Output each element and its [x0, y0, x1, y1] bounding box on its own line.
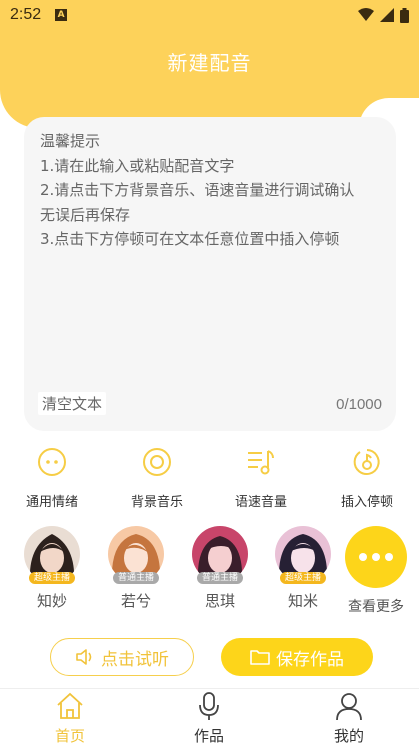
dubbing-text-input[interactable]: 温馨提示 1.请在此输入或粘贴配音文字 2.请点击下方背景音乐、语速音量进行调试…	[24, 117, 396, 431]
tool-speed-volume[interactable]: 语速音量	[216, 447, 306, 510]
nav-home[interactable]: 首页	[30, 691, 110, 745]
tool-label: 通用情绪	[25, 495, 78, 510]
voice-list: 超级主播 知妙 普通主播 若兮 普通主播 思琪 超级主播 知米 查看更多	[0, 526, 419, 616]
page-title: 新建配音	[167, 51, 252, 75]
more-icon	[345, 526, 407, 588]
hint-line: 无误后再保存	[40, 205, 131, 224]
save-work-label: 保存作品	[276, 649, 344, 670]
emotion-icon	[38, 448, 66, 476]
view-more-button[interactable]: 查看更多	[340, 526, 412, 616]
tool-background-music[interactable]: 背景音乐	[112, 447, 202, 510]
voice-item-zhimi[interactable]: 超级主播 知米	[271, 526, 335, 611]
preview-listen-label: 点击试听	[101, 649, 169, 670]
voice-name: 若兮	[120, 592, 151, 610]
pause-icon	[353, 449, 380, 475]
folder-icon	[250, 650, 270, 665]
voice-badge: 超级主播	[28, 572, 76, 584]
hint-line: 1.请在此输入或粘贴配音文字	[40, 156, 235, 175]
signal-icon	[380, 8, 394, 22]
voice-item-zhimiao[interactable]: 超级主播 知妙	[20, 526, 84, 611]
wifi-icon	[358, 8, 374, 21]
nav-label: 我的	[333, 727, 364, 745]
status-time: 2:52	[10, 6, 42, 23]
nav-label: 首页	[54, 727, 85, 745]
view-more-label: 查看更多	[348, 599, 404, 615]
char-counter: 0/1000	[336, 396, 382, 413]
voice-name: 知妙	[36, 592, 67, 610]
voice-name: 思琪	[204, 592, 235, 610]
tool-label: 插入停顿	[340, 495, 393, 510]
clear-text-button[interactable]: 清空文本	[38, 392, 107, 415]
notification-icon: A	[55, 9, 68, 21]
speed-volume-icon	[248, 450, 274, 475]
nav-mine[interactable]: 我的	[309, 691, 389, 745]
nav-works[interactable]: 作品	[169, 691, 249, 745]
hint-line: 3.点击下方停顿可在文本任意位置中插入停顿	[40, 230, 340, 248]
voice-badge: 普通主播	[112, 572, 160, 584]
home-icon	[57, 692, 83, 719]
voice-badge: 普通主播	[196, 572, 244, 584]
voice-name: 知米	[287, 592, 318, 610]
tool-insert-pause[interactable]: 插入停顿	[322, 447, 412, 510]
voice-item-siqi[interactable]: 普通主播 思琪	[188, 526, 252, 611]
tool-label: 语速音量	[234, 495, 287, 510]
hint-line: 温馨提示	[40, 132, 101, 150]
preview-listen-button[interactable]: 点击试听	[50, 638, 194, 676]
battery-icon	[400, 7, 409, 23]
bottom-nav: 首页 作品 我的	[0, 688, 419, 745]
microphone-icon	[199, 692, 219, 720]
tool-label: 背景音乐	[130, 495, 183, 510]
speaker-icon	[76, 649, 92, 665]
voice-badge: 超级主播	[279, 572, 327, 584]
music-disc-icon	[143, 448, 171, 476]
status-bar: 2:52 A	[0, 0, 419, 30]
save-work-button[interactable]: 保存作品	[221, 638, 373, 676]
tool-emotion[interactable]: 通用情绪	[7, 447, 97, 510]
nav-label: 作品	[193, 727, 224, 745]
voice-item-ruoxi[interactable]: 普通主播 若兮	[104, 526, 168, 611]
hint-line: 2.请点击下方背景音乐、语速音量进行调试确认	[40, 181, 355, 199]
profile-icon	[336, 693, 362, 721]
tools-row: 通用情绪 背景音乐 语速音量 插入停顿	[0, 447, 419, 517]
